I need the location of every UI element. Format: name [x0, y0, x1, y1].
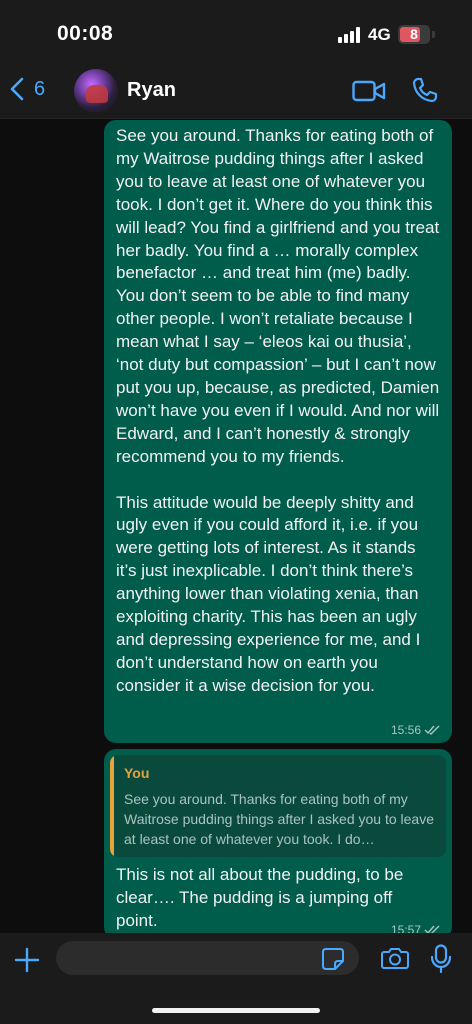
- quote-author: You: [124, 765, 150, 781]
- quote-text: See you around. Thanks for eating both o…: [124, 791, 438, 847]
- chat-header: 6 Ryan: [0, 66, 472, 119]
- status-bar: 00:08 4G 8: [0, 0, 472, 66]
- home-indicator[interactable]: [152, 1008, 320, 1013]
- microphone-icon[interactable]: [429, 944, 453, 974]
- back-button[interactable]: 6: [8, 76, 45, 102]
- message-meta: 15:57: [391, 923, 440, 933]
- unread-count: 6: [34, 77, 46, 100]
- plus-icon[interactable]: [14, 947, 40, 973]
- message-meta: 15:56: [391, 723, 440, 737]
- video-call-icon[interactable]: [352, 79, 386, 103]
- status-time: 00:08: [57, 22, 114, 45]
- chevron-left-icon: [10, 77, 24, 101]
- double-check-icon: [424, 725, 440, 735]
- message-text: This is not all about the pudding, to be…: [116, 865, 409, 930]
- avatar[interactable]: [74, 69, 118, 113]
- contact-name[interactable]: Ryan: [127, 79, 176, 102]
- signal-strength-icon: [338, 27, 364, 43]
- message-time: 15:57: [390, 923, 421, 933]
- double-check-icon: [424, 925, 440, 933]
- quote-bar: [110, 755, 114, 857]
- composer-bar: [0, 933, 472, 1024]
- camera-icon[interactable]: [381, 946, 409, 970]
- battery-percentage: 8: [410, 26, 418, 42]
- phone-icon[interactable]: [411, 76, 439, 104]
- chat-area[interactable]: See you around. Thanks for eating both o…: [0, 119, 472, 933]
- network-type: 4G: [368, 25, 391, 44]
- avatar-figure: [86, 85, 108, 103]
- quoted-message[interactable]: You See you around. Thanks for eating bo…: [110, 755, 446, 857]
- message-text: See you around. Thanks for eating both o…: [116, 126, 440, 695]
- message-input[interactable]: [56, 941, 359, 975]
- message-time: 15:56: [390, 723, 421, 737]
- message-bubble[interactable]: See you around. Thanks for eating both o…: [104, 120, 452, 743]
- message-bubble[interactable]: You See you around. Thanks for eating bo…: [104, 749, 452, 933]
- battery-icon: 8: [398, 25, 430, 44]
- battery-tip: [432, 31, 435, 38]
- sticker-icon[interactable]: [321, 947, 345, 971]
